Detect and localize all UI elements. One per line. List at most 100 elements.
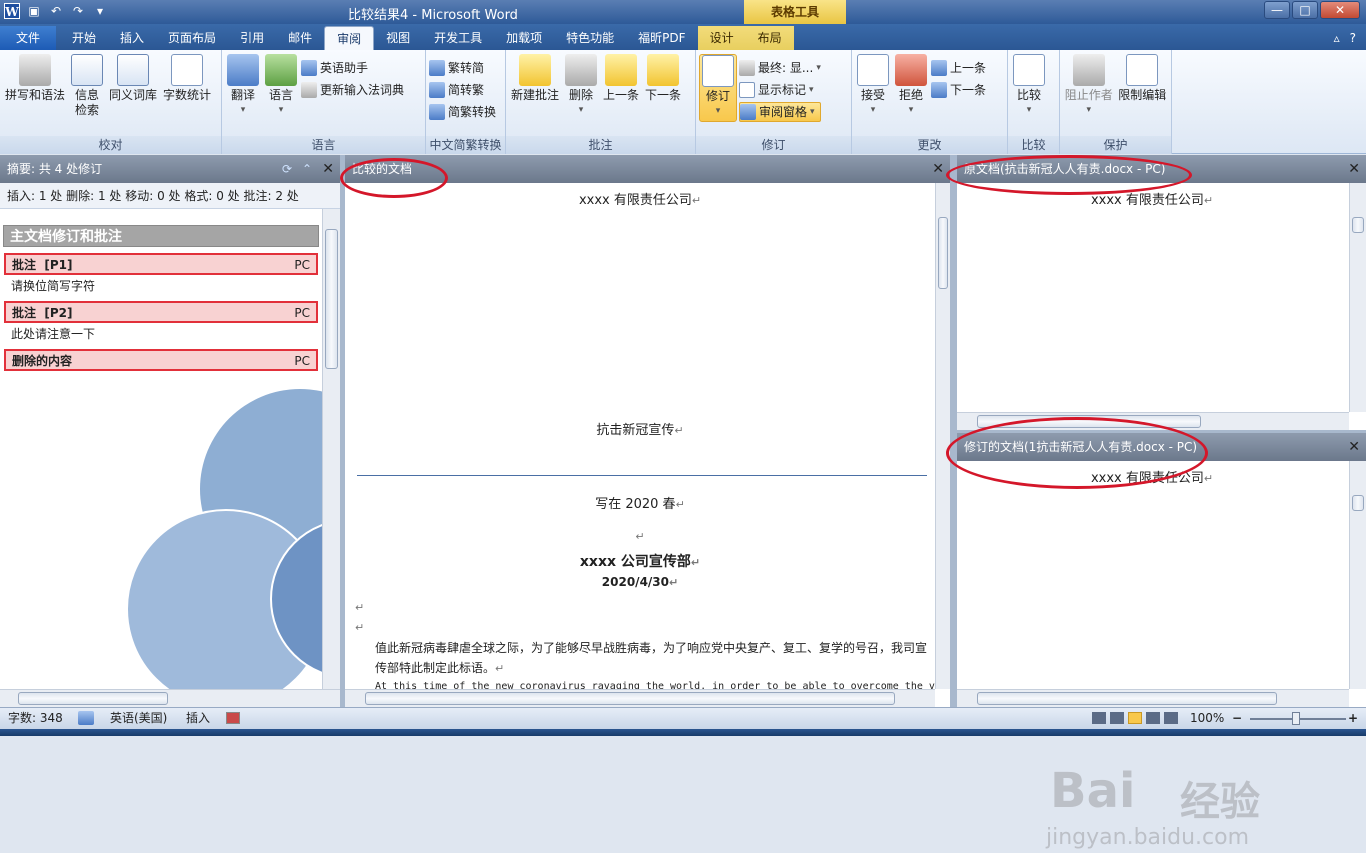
revision-comment-text: 请换位简写字符	[11, 279, 96, 293]
original-vscroll[interactable]	[1349, 183, 1366, 412]
minimize-button[interactable]: —	[1264, 1, 1290, 19]
convert-chinese-button[interactable]: 简繁转换	[429, 102, 496, 122]
close-pane-icon[interactable]: ✕	[932, 155, 944, 183]
tab-insert[interactable]: 插入	[108, 26, 156, 50]
help-icon[interactable]: ?	[1350, 26, 1356, 50]
refresh-icon[interactable]: ⟳	[282, 155, 292, 183]
proofing-status-icon[interactable]	[78, 711, 94, 725]
print-layout-icon[interactable]	[1092, 712, 1106, 724]
next-comment-button[interactable]: 下一条	[643, 54, 683, 103]
group-compare: 比较 ▾ 比较	[1008, 50, 1060, 154]
show-markup-button[interactable]: 显示标记 ▾	[739, 80, 821, 100]
save-icon[interactable]: ▣	[26, 3, 42, 19]
revision-item[interactable]: 批注 [P2] PC	[4, 301, 318, 323]
undo-icon[interactable]: ↶	[48, 3, 64, 19]
watermark-brand-2: 经验	[1180, 779, 1260, 825]
tab-features[interactable]: 特色功能	[554, 26, 626, 50]
collapse-details-icon[interactable]: ⌃	[302, 155, 312, 183]
group-tracking: 修订 ▾ 最终: 显... ▾ 显示标记 ▾ 审阅窗格 ▾ 修订	[696, 50, 852, 154]
revision-list: 主文档修订和批注 批注 [P1] PC 请换位简写字符 批注 [P2] PC 此处请…	[0, 209, 322, 689]
previous-comment-button[interactable]: 上一条	[601, 54, 641, 103]
update-ime-dictionary-button[interactable]: 更新输入法词典	[301, 80, 404, 100]
document-vscroll[interactable]	[935, 183, 950, 689]
revision-item[interactable]: 删除的内容 PC	[4, 349, 318, 371]
compared-document-header: 比较的文档 ✕	[345, 155, 950, 183]
tab-layout[interactable]: 布局	[745, 26, 794, 50]
full-screen-reading-icon[interactable]	[1110, 712, 1124, 724]
word-app-icon[interactable]: W	[4, 3, 20, 19]
restrict-editing-button[interactable]: 限制编辑	[1117, 54, 1169, 103]
group-language: 翻译 ▾ 语言 ▾ 英语助手 更新输入法词典 语言	[222, 50, 426, 154]
revision-item[interactable]: 批注 [P1] PC	[4, 253, 318, 275]
close-button[interactable]: ✕	[1320, 1, 1360, 19]
research-button[interactable]: 信息 检索	[69, 54, 105, 118]
english-assistant-button[interactable]: 英语助手	[301, 58, 404, 78]
tab-review[interactable]: 审阅	[324, 26, 375, 50]
tab-references[interactable]: 引用	[228, 26, 276, 50]
tab-foxit-pdf[interactable]: 福昕PDF	[626, 26, 697, 50]
track-changes-button[interactable]: 修订 ▾	[699, 54, 737, 122]
traditional-icon	[429, 82, 445, 98]
reviewing-pane-hscroll[interactable]	[0, 689, 340, 707]
customize-qat-icon[interactable]: ▾	[92, 3, 108, 19]
tab-developer[interactable]: 开发工具	[422, 26, 494, 50]
close-pane-icon[interactable]: ✕	[1348, 433, 1360, 461]
tab-addins[interactable]: 加载项	[494, 26, 554, 50]
tab-view[interactable]: 视图	[374, 26, 422, 50]
compare-button[interactable]: 比较 ▾	[1011, 54, 1047, 118]
group-label-protect: 保护	[1060, 136, 1171, 154]
document-page[interactable]: xxxx 有限责任公司↵ 抗击新冠宣传↵ 写在 2020 春↵ ↵ xxxx 公…	[345, 183, 935, 689]
zoom-in-button[interactable]: +	[1348, 708, 1358, 728]
revised-vscroll[interactable]	[1349, 461, 1366, 689]
translate-button[interactable]: 翻译 ▾	[225, 54, 261, 118]
track-changes-icon	[702, 55, 734, 87]
word-count-status[interactable]: 字数: 348	[8, 708, 63, 728]
group-chinese-conversion: 繁转简 简转繁 简繁转换 中文简繁转换	[426, 50, 506, 154]
language-button[interactable]: 语言 ▾	[263, 54, 299, 118]
spell-grammar-button[interactable]: 拼写和语法	[3, 54, 67, 103]
thesaurus-button[interactable]: 同义词库	[107, 54, 159, 103]
document-hscroll[interactable]	[345, 689, 935, 707]
next-change-button[interactable]: 下一条	[931, 80, 986, 100]
new-comment-button[interactable]: 新建批注	[509, 54, 561, 103]
reject-button[interactable]: 拒绝 ▾	[893, 54, 929, 118]
close-pane-icon[interactable]: ✕	[322, 155, 334, 183]
word-count-button[interactable]: 字数统计	[161, 54, 213, 103]
to-simplified-button[interactable]: 繁转简	[429, 58, 496, 78]
group-label-proofing: 校对	[0, 136, 221, 154]
zoom-slider-thumb[interactable]	[1292, 712, 1300, 725]
reviewing-pane-button[interactable]: 审阅窗格 ▾	[739, 102, 821, 122]
group-label-compare: 比较	[1008, 136, 1059, 154]
collapse-ribbon-icon[interactable]: ▵	[1334, 26, 1340, 50]
close-pane-icon[interactable]: ✕	[1348, 155, 1360, 183]
insert-mode-status[interactable]: 插入	[186, 708, 210, 728]
tab-page-layout[interactable]: 页面布局	[156, 26, 228, 50]
display-for-review-dropdown[interactable]: 最终: 显... ▾	[739, 58, 821, 78]
previous-change-button[interactable]: 上一条	[931, 58, 986, 78]
zoom-level[interactable]: 100%	[1190, 708, 1224, 728]
watermark-url: jingyan.baidu.com	[1046, 825, 1250, 850]
tab-home[interactable]: 开始	[60, 26, 108, 50]
outline-view-icon[interactable]	[1146, 712, 1160, 724]
language-status[interactable]: 英语(美国)	[110, 708, 167, 728]
draft-view-icon[interactable]	[1164, 712, 1178, 724]
reviewing-pane-header: 摘要: 共 4 处修订 ⟳ ⌃ ✕	[0, 155, 340, 183]
zoom-out-button[interactable]: −	[1232, 708, 1242, 728]
original-company-line: xxxx 有限责任公司↵	[1090, 193, 1214, 208]
tab-design[interactable]: 设计	[697, 26, 746, 50]
tab-file[interactable]: 文件	[0, 26, 57, 50]
redo-icon[interactable]: ↷	[70, 3, 86, 19]
macro-record-icon[interactable]	[226, 712, 240, 724]
block-authors-button[interactable]: 阻止作者 ▾	[1063, 54, 1115, 118]
accept-button[interactable]: 接受 ▾	[855, 54, 891, 118]
original-hscroll[interactable]	[957, 412, 1349, 430]
accept-icon	[857, 54, 889, 86]
to-traditional-button[interactable]: 简转繁	[429, 80, 496, 100]
window-title: 比较结果4 - Microsoft Word	[348, 8, 518, 23]
maximize-button[interactable]: □	[1292, 1, 1318, 19]
delete-comment-button[interactable]: 删除 ▾	[563, 54, 599, 118]
revised-hscroll[interactable]	[957, 689, 1349, 707]
reviewing-pane-vscroll[interactable]	[322, 209, 340, 689]
tab-mailings[interactable]: 邮件	[276, 26, 324, 50]
web-layout-icon[interactable]	[1128, 712, 1142, 724]
